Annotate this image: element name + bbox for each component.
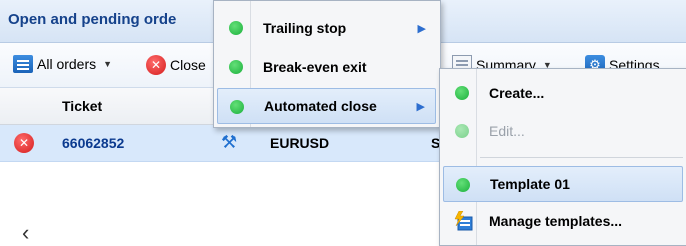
automated-close-submenu: Create... Edit... Template 01 Manage tem… — [439, 68, 686, 246]
green-dot-icon — [455, 86, 469, 100]
green-dot-icon — [456, 178, 470, 192]
submenu-arrow-icon: ▶ — [417, 22, 426, 35]
all-orders-label: All orders — [37, 56, 97, 72]
green-dot-icon — [229, 21, 243, 35]
submenu-item-create[interactable]: Create... — [443, 75, 683, 111]
close-icon: ✕ — [146, 55, 166, 75]
chevron-down-icon: ▼ — [103, 59, 113, 69]
panel-title: Open and pending orde — [8, 11, 177, 28]
menu-item-label: Trailing stop — [263, 20, 347, 36]
symbol-cell: EURUSD — [270, 135, 330, 151]
green-dot-icon — [230, 100, 244, 114]
submenu-item-label: Create... — [489, 85, 545, 101]
menu-separator — [480, 157, 683, 158]
menu-item-automated-close[interactable]: Automated close ▶ — [217, 88, 436, 124]
context-menu: Trailing stop ▶ Break-even exit Automate… — [213, 0, 441, 128]
close-order-icon[interactable]: ✕ — [14, 133, 34, 153]
submenu-item-label: Edit... — [489, 123, 525, 139]
submenu-item-label: Template 01 — [490, 176, 570, 192]
submenu-arrow-icon: ▶ — [416, 100, 425, 113]
ticket-cell: 66062852 — [62, 135, 125, 151]
menu-item-label: Automated close — [264, 98, 377, 114]
all-orders-button[interactable]: All orders ▼ — [13, 55, 112, 73]
submenu-item-template-01[interactable]: Template 01 — [443, 166, 683, 202]
green-dot-icon — [229, 60, 243, 74]
manage-templates-icon — [454, 211, 473, 231]
column-header-ticket[interactable]: Ticket — [62, 98, 102, 114]
close-label: Close — [170, 57, 206, 73]
submenu-item-edit: Edit... — [443, 113, 683, 149]
submenu-item-label: Manage templates... — [489, 213, 623, 229]
close-button[interactable]: ✕ Close — [146, 55, 206, 75]
submenu-item-manage-templates[interactable]: Manage templates... — [443, 203, 683, 239]
scroll-left-icon[interactable]: ‹ — [22, 222, 29, 244]
tools-icon[interactable]: ⚒ — [221, 132, 237, 153]
menu-item-trailing-stop[interactable]: Trailing stop ▶ — [217, 10, 436, 46]
green-dot-icon — [455, 124, 469, 138]
menu-item-break-even-exit[interactable]: Break-even exit — [217, 49, 436, 85]
list-icon — [13, 55, 33, 73]
menu-item-label: Break-even exit — [263, 59, 367, 75]
